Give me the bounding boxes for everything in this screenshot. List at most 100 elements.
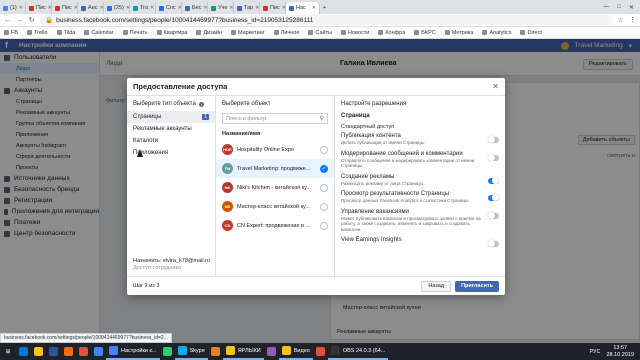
object-type-item[interactable]: Рекламные аккаунты <box>127 123 215 135</box>
browser-tab[interactable]: Нас ✕ <box>286 2 320 14</box>
bookmark-item[interactable]: Маркетинг <box>230 30 265 36</box>
bookmark-item[interactable]: Метрика <box>444 30 473 36</box>
taskbar-app[interactable] <box>16 343 31 360</box>
close-tab-icon[interactable]: ✕ <box>229 5 233 11</box>
taskbar-app[interactable]: ЯРЛЫКИ <box>222 343 264 360</box>
tab-label: Пис <box>36 5 46 11</box>
object-radio[interactable] <box>320 183 328 192</box>
taskbar-app[interactable] <box>76 343 91 360</box>
bookmark-item[interactable]: Конфра <box>378 30 405 36</box>
bookmark-item[interactable]: Tilda <box>56 30 75 36</box>
permission-toggle[interactable] <box>488 240 499 247</box>
star-icon[interactable]: ☆ <box>617 16 624 24</box>
object-row[interactable]: HOE Hospitality Online Expo <box>216 140 334 159</box>
url-field[interactable]: 🔒 business.facebook.com/settings/people/… <box>40 15 612 25</box>
permission-desc: Размещать рекламу от лица Страницы. <box>341 180 425 186</box>
tab-favicon-icon <box>237 5 242 11</box>
taskbar-app[interactable]: OBS 24.0.3 (64... <box>327 343 389 360</box>
close-tab-icon[interactable]: ✕ <box>150 5 154 11</box>
tab-label: Tra <box>140 5 149 11</box>
taskbar-app-icon <box>49 347 58 356</box>
bookmark-item[interactable]: Личное <box>273 30 299 36</box>
close-tab-icon[interactable]: ✕ <box>255 5 259 11</box>
info-icon[interactable]: i <box>198 101 204 107</box>
bookmark-item[interactable]: Direct <box>520 30 542 36</box>
browser-tab[interactable]: Tra ✕ <box>130 2 156 14</box>
bookmark-item[interactable]: Печать <box>122 30 148 36</box>
taskbar-app[interactable] <box>46 343 61 360</box>
back-icon[interactable]: ← <box>4 17 11 24</box>
taskbar-app[interactable]: Видео <box>278 343 313 360</box>
close-tab-icon[interactable]: ✕ <box>203 5 207 11</box>
object-row[interactable]: МК Мастер-класс китайской ку... <box>216 197 334 216</box>
object-type-item[interactable]: Каталоги <box>127 135 215 147</box>
windows-start-icon[interactable]: ⊞ <box>0 343 16 360</box>
object-type-item[interactable]: Страницы 1 <box>127 111 215 123</box>
browser-tab[interactable]: Спс ✕ <box>156 2 182 14</box>
taskbar-app[interactable]: Настройки к... <box>106 343 160 360</box>
bookmark-item[interactable]: Новости <box>341 30 369 36</box>
taskbar-app[interactable] <box>313 343 328 360</box>
bookmark-label: FB <box>11 29 19 36</box>
browser-tab[interactable]: Анс ✕ <box>78 2 104 14</box>
bookmark-item[interactable]: Trello <box>27 30 48 36</box>
close-window-icon[interactable]: ✕ <box>629 4 634 11</box>
permission-toggle[interactable] <box>488 194 499 201</box>
bookmark-item[interactable]: Квартира <box>156 30 187 36</box>
object-row[interactable]: CN CN Expert: продвижение в ... <box>216 216 334 235</box>
bookmark-item[interactable]: Сайты <box>308 30 332 36</box>
permission-toggle[interactable] <box>488 136 499 143</box>
bookmark-item[interactable]: Дизайн <box>196 30 222 36</box>
minimize-icon[interactable]: — <box>603 4 609 10</box>
permission-toggle[interactable] <box>488 153 499 161</box>
browser-tab[interactable]: Пис ✕ <box>260 2 286 14</box>
bookmark-icon <box>520 30 526 35</box>
browser-tab[interactable]: Уче ✕ <box>208 2 234 14</box>
tab-label: Спс <box>166 5 176 11</box>
forward-icon[interactable]: → <box>16 17 23 24</box>
browser-tab[interactable]: (25) ✕ <box>104 2 130 14</box>
maximize-icon[interactable]: □ <box>617 4 621 10</box>
taskbar-app[interactable] <box>208 343 223 360</box>
system-clock[interactable]: 13:57 28.10.2019 <box>606 345 640 359</box>
taskbar-app[interactable] <box>31 343 46 360</box>
menu-dots-icon[interactable]: ⋮ <box>629 16 636 24</box>
bookmark-icon <box>341 30 347 35</box>
close-icon[interactable]: ✕ <box>492 82 499 91</box>
browser-tab[interactable]: Пис ✕ <box>52 2 78 14</box>
bookmark-item[interactable]: Analytics <box>482 30 511 36</box>
tab-label: Уче <box>218 5 228 11</box>
permission-name: View Earnings Insights <box>341 237 402 243</box>
close-tab-icon[interactable]: ✕ <box>312 5 316 11</box>
tab-label: Нас <box>296 5 306 11</box>
object-row[interactable]: TM Travel Marketing: продвиже... ✓ <box>216 159 334 178</box>
permission-toggle[interactable] <box>488 176 499 184</box>
new-tab-button[interactable]: + <box>320 2 332 14</box>
taskbar-app[interactable] <box>264 343 279 360</box>
invite-button[interactable]: Пригласить <box>455 280 499 292</box>
object-row[interactable]: NK Niki's Kitchen - китайская ку... <box>216 178 334 197</box>
close-tab-icon[interactable]: ✕ <box>19 5 23 11</box>
taskbar-app[interactable] <box>61 343 76 360</box>
bookmark-item[interactable]: FB <box>4 30 18 36</box>
search-input[interactable]: Поиск и фильтр ⚲ <box>222 113 328 124</box>
browser-tab[interactable]: Пис ✕ <box>26 2 52 14</box>
permissions-section-title: Страница <box>341 113 370 119</box>
taskbar-app[interactable] <box>91 343 106 360</box>
bookmark-item[interactable]: БКРС <box>414 30 436 36</box>
browser-tab[interactable]: Тар ✕ <box>234 2 260 14</box>
taskbar-app[interactable]: Skype <box>174 343 208 360</box>
permission-toggle[interactable] <box>488 211 499 219</box>
object-radio[interactable] <box>320 221 328 230</box>
browser-tab[interactable]: (1) ✕ <box>0 2 26 14</box>
browser-tab[interactable]: Бес ✕ <box>182 2 208 14</box>
object-radio[interactable] <box>320 202 328 211</box>
reload-icon[interactable]: ↻ <box>28 16 35 24</box>
back-button[interactable]: Назад <box>421 280 452 292</box>
taskbar-app[interactable] <box>160 343 175 360</box>
bookmark-icon <box>84 30 90 35</box>
object-radio[interactable]: ✓ <box>320 164 328 173</box>
object-radio[interactable] <box>320 145 328 154</box>
language-indicator[interactable]: РУС <box>589 349 606 355</box>
bookmark-item[interactable]: Calendar <box>84 30 114 36</box>
